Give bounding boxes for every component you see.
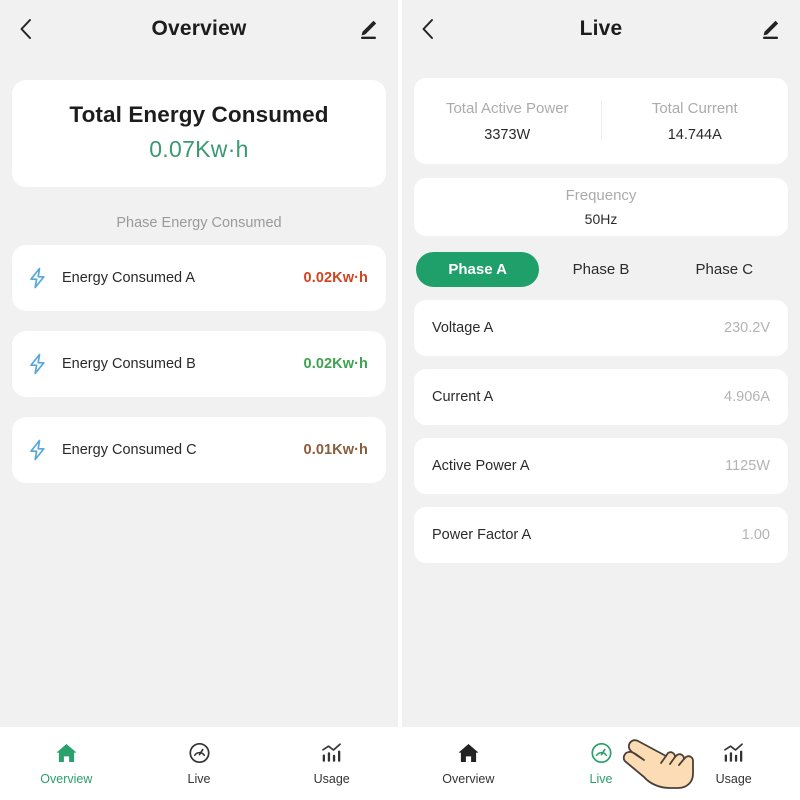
measurement-value: 230.2V (724, 320, 770, 336)
overview-bottom-nav: Overview Live Usage (0, 727, 398, 800)
list-item-energy-b[interactable]: Energy Consumed B 0.02Kw·h (12, 331, 386, 397)
edit-button[interactable] (752, 17, 782, 41)
energy-row-value: 0.01Kw·h (304, 442, 368, 458)
total-energy-title: Total Energy Consumed (22, 102, 376, 128)
nav-item-overview[interactable]: Overview (402, 741, 535, 786)
stat-total-active-power: Total Active Power 3373W (414, 100, 601, 143)
nav-item-live[interactable]: Live (133, 741, 266, 786)
overview-screen: Overview Total Energy Consumed 0.07Kw·h … (0, 0, 398, 800)
energy-row-label: Energy Consumed A (62, 270, 304, 286)
measurement-row-active-power[interactable]: Active Power A 1125W (414, 438, 788, 494)
live-bottom-nav: Overview Live Usage (402, 727, 800, 800)
stat-total-current: Total Current 14.744A (602, 100, 789, 143)
tab-phase-c[interactable]: Phase C (663, 252, 786, 287)
stat-value: 14.744A (602, 127, 789, 143)
list-item-energy-a[interactable]: Energy Consumed A 0.02Kw·h (12, 245, 386, 311)
gauge-icon (187, 741, 212, 765)
home-icon (456, 741, 481, 765)
nav-label-live: Live (590, 772, 613, 786)
nav-item-overview[interactable]: Overview (0, 741, 133, 786)
measurement-row-current[interactable]: Current A 4.906A (414, 369, 788, 425)
live-body: Total Active Power 3373W Total Current 1… (402, 58, 800, 727)
phase-tabs: Phase A Phase B Phase C (414, 252, 788, 287)
frequency-label: Frequency (566, 187, 637, 204)
measurement-label: Current A (432, 389, 724, 405)
phase-section-label: Phase Energy Consumed (12, 215, 386, 231)
nav-label-usage: Usage (314, 772, 350, 786)
energy-row-value: 0.02Kw·h (304, 356, 368, 372)
stat-label: Total Active Power (414, 100, 601, 117)
stat-label: Total Current (602, 100, 789, 117)
overview-header: Overview (0, 0, 398, 58)
measurement-value: 1125W (725, 458, 770, 474)
energy-row-label: Energy Consumed C (62, 442, 304, 458)
total-energy-value: 0.07Kw·h (22, 136, 376, 163)
overview-body: Total Energy Consumed 0.07Kw·h Phase Ene… (0, 58, 398, 727)
nav-label-overview: Overview (442, 772, 494, 786)
totals-card: Total Active Power 3373W Total Current 1… (414, 78, 788, 164)
bar-chart-icon (319, 741, 344, 765)
tab-phase-b[interactable]: Phase B (539, 252, 662, 287)
total-energy-card: Total Energy Consumed 0.07Kw·h (12, 80, 386, 187)
dual-screenshot-container: Overview Total Energy Consumed 0.07Kw·h … (0, 0, 800, 800)
nav-item-usage[interactable]: Usage (667, 741, 800, 786)
lightning-bolt-icon (28, 267, 56, 289)
bar-chart-icon (721, 741, 746, 765)
nav-label-usage: Usage (716, 772, 752, 786)
chevron-left-icon (420, 17, 435, 41)
measurement-value: 4.906A (724, 389, 770, 405)
pencil-edit-icon (758, 17, 782, 41)
measurement-row-power-factor[interactable]: Power Factor A 1.00 (414, 507, 788, 563)
nav-label-live: Live (188, 772, 211, 786)
home-icon (54, 741, 79, 765)
nav-label-overview: Overview (40, 772, 92, 786)
nav-item-usage[interactable]: Usage (265, 741, 398, 786)
tab-phase-a[interactable]: Phase A (416, 252, 539, 287)
nav-item-live[interactable]: Live (535, 741, 668, 786)
back-button[interactable] (18, 17, 48, 41)
measurement-label: Voltage A (432, 320, 724, 336)
measurement-label: Power Factor A (432, 527, 742, 543)
frequency-value: 50Hz (585, 211, 618, 227)
back-button[interactable] (420, 17, 450, 41)
frequency-card: Frequency 50Hz (414, 178, 788, 236)
chevron-left-icon (18, 17, 33, 41)
page-title: Overview (48, 17, 350, 41)
stat-value: 3373W (414, 127, 601, 143)
page-title: Live (450, 17, 752, 41)
gauge-icon (589, 741, 614, 765)
live-header: Live (402, 0, 800, 58)
edit-button[interactable] (350, 17, 380, 41)
list-item-energy-c[interactable]: Energy Consumed C 0.01Kw·h (12, 417, 386, 483)
measurement-row-voltage[interactable]: Voltage A 230.2V (414, 300, 788, 356)
lightning-bolt-icon (28, 439, 56, 461)
live-screen: Live Total Active Power 3373W Total Curr… (402, 0, 800, 800)
lightning-bolt-icon (28, 353, 56, 375)
energy-row-value: 0.02Kw·h (304, 270, 368, 286)
pencil-edit-icon (356, 17, 380, 41)
measurement-label: Active Power A (432, 458, 725, 474)
measurement-value: 1.00 (742, 527, 770, 543)
energy-row-label: Energy Consumed B (62, 356, 304, 372)
